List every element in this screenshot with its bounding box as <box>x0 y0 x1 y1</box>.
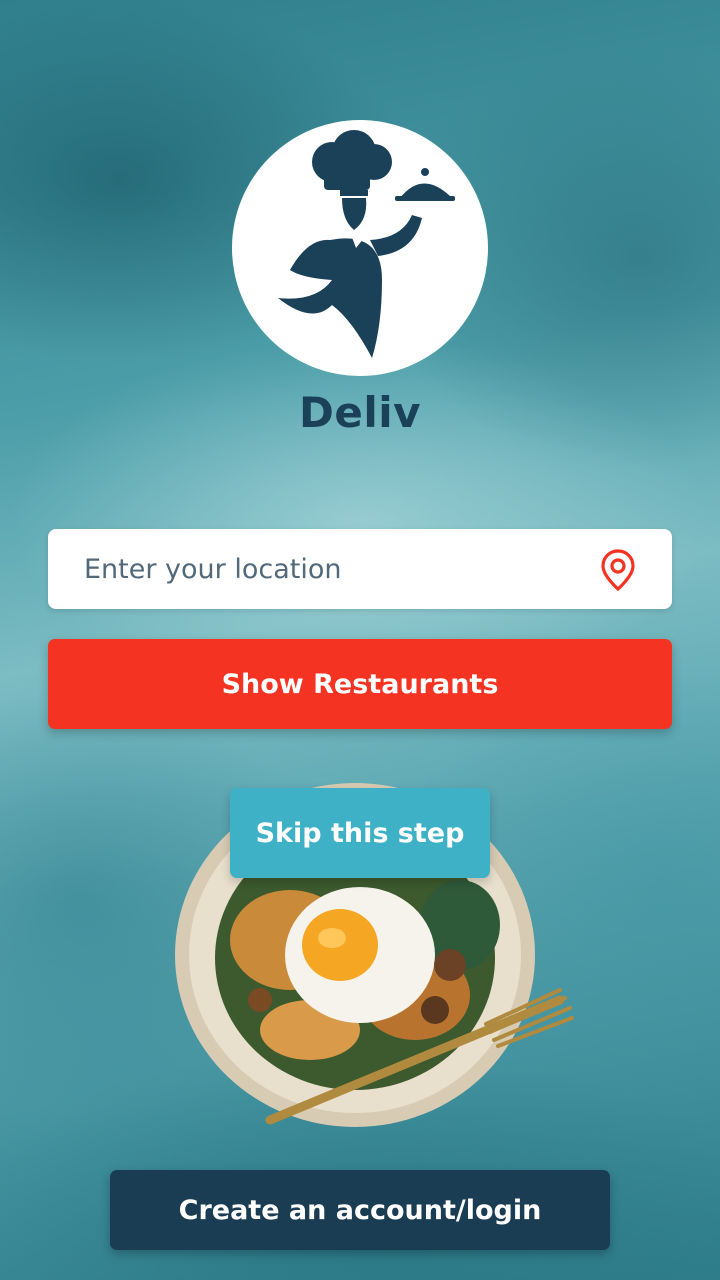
show-restaurants-button[interactable]: Show Restaurants <box>48 639 672 729</box>
location-field[interactable] <box>48 529 672 609</box>
create-account-login-button[interactable]: Create an account/login <box>110 1170 610 1250</box>
location-input[interactable] <box>84 529 604 609</box>
map-pin-icon[interactable] <box>598 548 638 592</box>
app-name: Deliv <box>298 388 422 437</box>
chef-waiter-logo-icon <box>278 130 455 358</box>
app-logo <box>232 120 488 376</box>
skip-step-button[interactable]: Skip this step <box>230 788 490 878</box>
welcome-screen: Deliv Show Restaurants Skip this step Cr… <box>0 0 720 1280</box>
